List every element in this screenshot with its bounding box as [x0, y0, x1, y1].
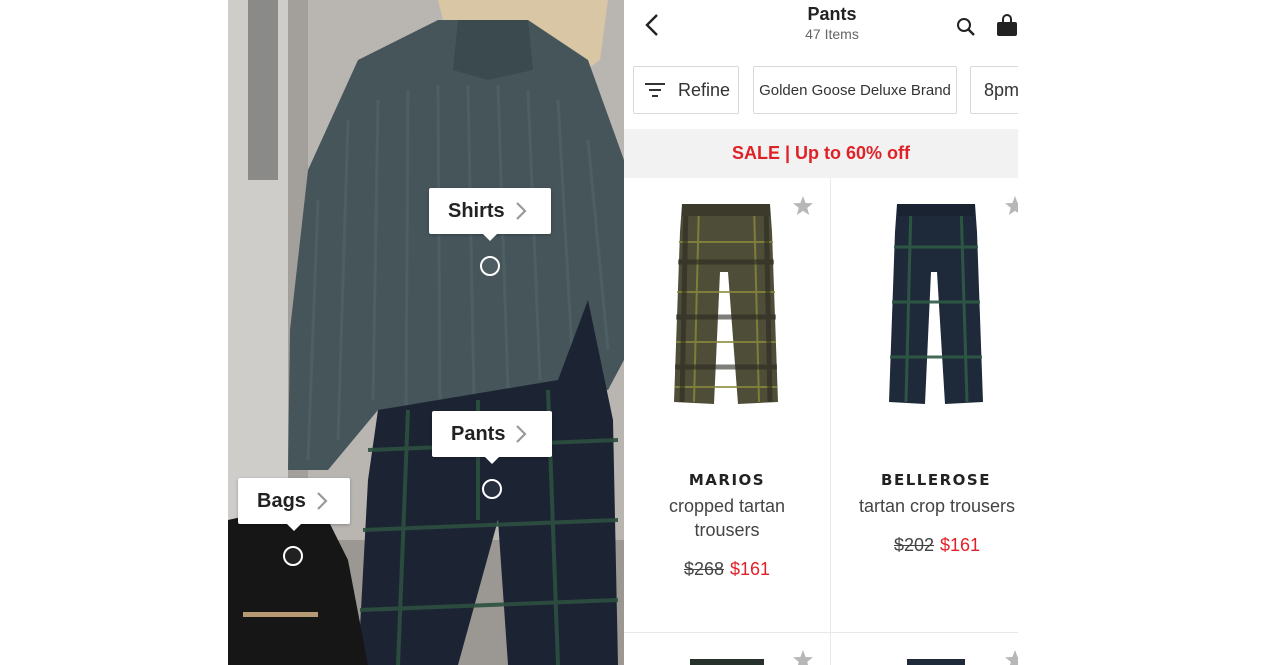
original-price: $268 [683, 559, 724, 579]
product-name: cropped tartan trousers [668, 496, 786, 540]
chevron-right-icon [316, 491, 328, 511]
product-card[interactable]: BELLEROSE tartan crop trousers $202 $161 [831, 178, 1018, 632]
product-image [690, 659, 764, 665]
product-image [889, 203, 983, 404]
pants-tag-label: Pants [451, 422, 506, 445]
product-brand: BELLEROSE [881, 471, 991, 489]
shirts-tag[interactable]: Shirts [429, 188, 551, 241]
product-name: tartan crop trousers [858, 496, 1016, 516]
shopping-bag-icon[interactable] [995, 14, 1018, 38]
wishlist-star-icon[interactable] [791, 194, 815, 218]
bags-tag[interactable]: Bags [238, 478, 350, 531]
refine-button[interactable]: Refine [633, 66, 739, 114]
wishlist-star-icon[interactable] [1003, 648, 1018, 665]
shirts-hotspot[interactable] [480, 256, 500, 276]
product-card[interactable]: MARIOS cropped tartan trousers $268 $161 [624, 178, 830, 632]
bags-tag-label: Bags [257, 489, 306, 512]
product-price: $268 $161 [624, 559, 830, 580]
product-listing-screen: Pants 47 Items Refine Golden Goose Delux… [624, 0, 1018, 665]
brand-filter-label-2: 8pm [984, 79, 1018, 100]
wishlist-star-icon[interactable] [1003, 194, 1018, 218]
bags-hotspot[interactable] [283, 546, 303, 566]
brand-filter-chip-2[interactable]: 8pm [970, 66, 1018, 114]
wishlist-star-icon[interactable] [791, 648, 815, 665]
top-bar: Pants 47 Items [624, 0, 1018, 56]
chevron-right-icon [515, 201, 527, 221]
sale-price: $161 [940, 535, 981, 555]
lifestyle-photo: Shirts Pants Bags [228, 0, 624, 665]
product-brand: MARIOS [688, 471, 766, 489]
pants-tag[interactable]: Pants [432, 411, 552, 464]
sale-price: $161 [730, 559, 771, 579]
product-grid: MARIOS cropped tartan trousers $268 $161 … [624, 178, 1018, 665]
brand-filter-chip[interactable]: Golden Goose Deluxe Brand [753, 66, 957, 114]
original-price: $202 [893, 535, 934, 555]
brand-filter-label: Golden Goose Deluxe Brand [759, 81, 951, 99]
filter-bar: Refine Golden Goose Deluxe Brand 8pm [624, 66, 1018, 114]
product-image [907, 659, 965, 665]
refine-label: Refine [678, 79, 731, 100]
search-icon[interactable] [955, 16, 977, 38]
sale-banner[interactable]: SALE | Up to 60% off [624, 129, 1018, 178]
chevron-right-icon [515, 424, 528, 444]
product-price: $202 $161 [831, 535, 1018, 556]
pants-hotspot[interactable] [482, 479, 502, 499]
filter-icon [644, 81, 666, 99]
shirts-tag-label: Shirts [448, 199, 505, 222]
outfit-photo [228, 0, 624, 665]
grid-divider [624, 632, 1018, 633]
product-image [674, 203, 778, 404]
